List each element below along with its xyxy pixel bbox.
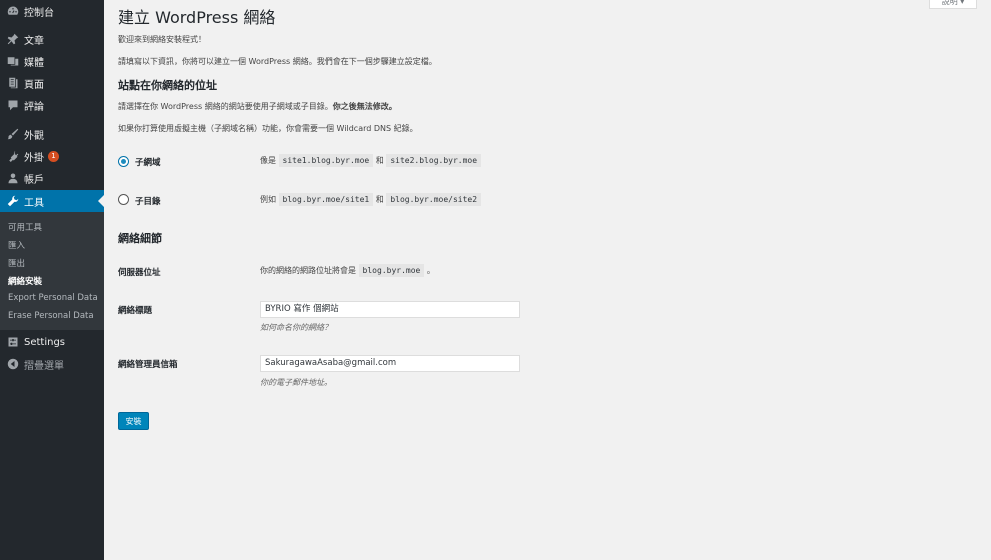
menu-appearance[interactable]: 外觀 [0, 123, 104, 145]
menu-label: 頁面 [24, 79, 44, 91]
subdomain-example-1: site1.blog.byr.moe [278, 154, 374, 167]
menu-users[interactable]: 帳戶 [0, 167, 104, 189]
menu-label: 評論 [24, 101, 44, 113]
intro-instructions: 請填寫以下資訊，你將可以建立一個 WordPress 網絡。我們會在下一個步驟建… [118, 57, 437, 66]
submenu-export[interactable]: 匯出 [8, 257, 25, 269]
submenu-import[interactable]: 匯入 [8, 239, 25, 251]
subdirectory-example-1: blog.byr.moe/site1 [278, 193, 374, 206]
menu-comments[interactable]: 評論 [0, 94, 104, 116]
submenu-network-setup[interactable]: 網絡安裝 [8, 275, 42, 287]
wildcard-dns-note: 如果你打算使用虛擬主機（子網域名稱）功能，你會需要一個 Wildcard DNS… [118, 124, 418, 133]
network-title-description: 如何命名你的網絡？ [260, 323, 332, 332]
menu-plugins[interactable]: 外掛 1 [0, 145, 104, 167]
intro-text: 歡迎來到網絡安裝程式！ [118, 35, 206, 44]
subdirectory-example: 例如 blog.byr.moe/site1 和 blog.byr.moe/sit… [260, 193, 482, 206]
subdirectory-label: 子目錄 [135, 197, 161, 207]
install-button[interactable]: 安裝 [118, 412, 149, 430]
subdomain-label: 子網域 [135, 158, 161, 168]
subdomain-radio[interactable] [118, 156, 129, 167]
submenu-export-personal-data[interactable]: Export Personal Data [8, 293, 98, 303]
section-network-details-title: 網絡細節 [118, 232, 162, 245]
subdomain-example: 像是 site1.blog.byr.moe 和 site2.blog.byr.m… [260, 154, 482, 167]
wrench-icon [6, 194, 20, 208]
menu-label: 媒體 [24, 57, 44, 69]
menu-pages[interactable]: 頁面 [0, 72, 104, 94]
section-site-addresses-desc: 請選擇在你 WordPress 網絡的網站要使用子網域或子目錄。你之後無法修改。 [118, 102, 397, 111]
network-title-input[interactable]: BYRIO 寫作 個網站 [260, 301, 520, 318]
menu-label: 文章 [24, 35, 44, 47]
menu-media[interactable]: 媒體 [0, 50, 104, 72]
dashboard-icon [6, 4, 20, 18]
admin-email-input[interactable]: SakuragawaAsaba@gmail.com [260, 355, 520, 372]
menu-label: 摺疊選單 [24, 360, 64, 372]
network-title-label: 網絡標題 [118, 306, 153, 316]
menu-label: 外掛 [24, 152, 44, 164]
admin-email-label: 網絡管理員信箱 [118, 360, 178, 370]
menu-settings[interactable]: Settings [0, 331, 104, 353]
page-icon [6, 76, 20, 90]
section-site-addresses-title: 站點在你網絡的位址 [118, 79, 217, 92]
submenu-available-tools[interactable]: 可用工具 [8, 221, 42, 233]
collapse-icon [6, 357, 20, 371]
pushpin-icon [6, 32, 20, 46]
menu-dashboard[interactable]: 控制台 [0, 0, 104, 22]
plugin-icon [6, 149, 20, 163]
menu-posts[interactable]: 文章 [0, 28, 104, 50]
media-icon [6, 54, 20, 68]
cannot-change-warning: 你之後無法修改。 [332, 102, 397, 111]
menu-label: 帳戶 [24, 174, 44, 186]
admin-sidebar: 控制台 文章 媒體 頁面 評論 外觀 外掛 1 帳戶 工具 可用工具 匯入 匯出… [0, 0, 104, 560]
submenu-erase-personal-data[interactable]: Erase Personal Data [8, 311, 94, 321]
menu-label: 工具 [24, 197, 44, 209]
server-address-code: blog.byr.moe [358, 264, 425, 277]
help-tab-button[interactable]: 說明 ▾ [929, 0, 977, 9]
main-content: 說明 ▾ 建立 WordPress 網絡 歡迎來到網絡安裝程式！ 請填寫以下資訊… [104, 0, 991, 560]
menu-collapse[interactable]: 摺疊選單 [0, 353, 104, 375]
admin-email-description: 你的電子郵件地址。 [260, 378, 332, 387]
subdirectory-radio[interactable] [118, 194, 129, 205]
comment-icon [6, 98, 20, 112]
subdomain-example-2: site2.blog.byr.moe [386, 154, 482, 167]
subdirectory-example-2: blog.byr.moe/site2 [386, 193, 482, 206]
menu-label: 外觀 [24, 130, 44, 142]
menu-label: 控制台 [24, 7, 54, 19]
menu-label: Settings [24, 336, 66, 348]
user-icon [6, 171, 20, 185]
server-address-value: 你的網絡的網路位址將會是 blog.byr.moe 。 [260, 264, 435, 277]
page-title: 建立 WordPress 網絡 [118, 8, 276, 27]
settings-icon [6, 335, 20, 349]
server-address-label: 伺服器位址 [118, 268, 161, 278]
update-count-badge: 1 [48, 150, 59, 162]
brush-icon [6, 127, 20, 141]
menu-tools[interactable]: 工具 [0, 190, 104, 212]
tools-submenu: 可用工具 匯入 匯出 網絡安裝 Export Personal Data Era… [0, 212, 104, 330]
